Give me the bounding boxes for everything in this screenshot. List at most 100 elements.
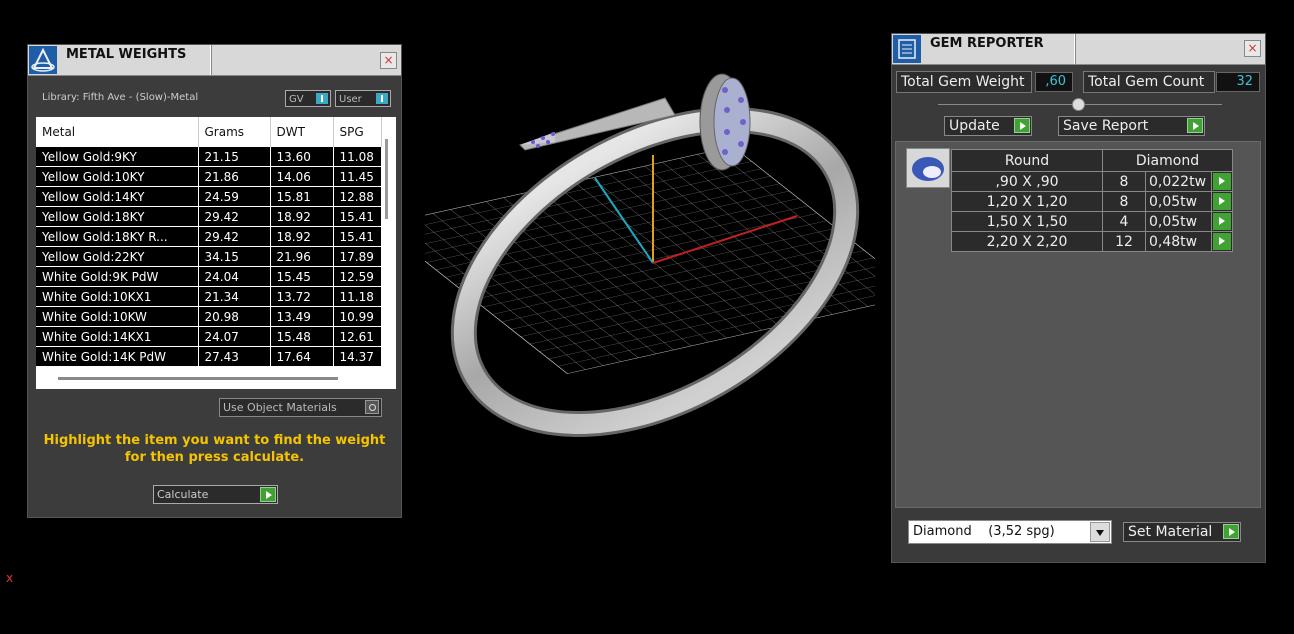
table-cell: 12.59 (333, 266, 382, 287)
table-row[interactable]: Yellow Gold:18KY R... 29.42 18.92 15.41 (36, 226, 382, 247)
total-gem-count-label: Total Gem Count (1083, 71, 1215, 93)
user-toggle[interactable]: User (335, 90, 391, 107)
table-cell: 21.96 (270, 246, 334, 267)
metal-weights-close-icon[interactable]: × (380, 52, 397, 69)
title-tab-divider (1074, 34, 1075, 64)
table-row[interactable]: Yellow Gold:14KY 24.59 15.81 12.88 (36, 186, 382, 207)
table-cell: 18.92 (270, 206, 334, 227)
table-cell: 15.81 (270, 186, 334, 207)
round-gem-icon[interactable] (906, 148, 950, 188)
gem-row-action[interactable] (1211, 191, 1233, 212)
gem-weight-cell: 0,022tw (1145, 171, 1212, 192)
play-arrow-icon (1213, 213, 1231, 230)
gem-reporter-app-icon (893, 35, 921, 63)
table-cell: White Gold:14K PdW (36, 346, 199, 367)
table-cell: 21.34 (198, 286, 271, 307)
save-report-label: Save Report (1063, 118, 1149, 134)
gem-table: Round Diamond ,90 X ,90 8 0,022tw 1,20 X 1,… (951, 149, 1233, 252)
table-cell: 24.04 (198, 266, 271, 287)
gem-reporter-titlebar[interactable]: GEM REPORTER × (892, 34, 1265, 65)
gv-toggle[interactable]: GV (285, 90, 331, 107)
splitter-handle-icon[interactable] (1072, 98, 1085, 111)
vertical-scrollbar[interactable] (385, 139, 388, 219)
play-arrow-icon (1187, 118, 1203, 133)
set-material-button[interactable]: Set Material (1123, 522, 1241, 542)
table-row[interactable]: White Gold:14KX1 24.07 15.48 12.61 (36, 326, 382, 347)
metal-weights-app-icon (29, 46, 57, 74)
gem-reporter-panel: GEM REPORTER × Total Gem Weight ,60 Tota… (891, 33, 1266, 563)
table-cell: 13.49 (270, 306, 334, 327)
use-object-materials-toggle[interactable]: Use Object Materials (219, 398, 382, 417)
gem-material-header: Diamond (1102, 149, 1233, 172)
use-object-materials-label: Use Object Materials (223, 401, 337, 414)
3d-viewport[interactable] (378, 60, 922, 444)
gem-row[interactable]: 2,20 X 2,20 12 0,48tw (951, 231, 1233, 252)
metal-weights-panel: METAL WEIGHTS × Library: Fifth Ave - (Sl… (27, 44, 402, 518)
horizontal-scrollbar[interactable] (58, 377, 338, 380)
table-cell: White Gold:10KW (36, 306, 199, 327)
gem-size-cell: 2,20 X 2,20 (951, 231, 1103, 252)
table-cell: White Gold:10KX1 (36, 286, 199, 307)
total-gem-weight-label: Total Gem Weight (896, 71, 1032, 93)
table-row[interactable]: Yellow Gold:22KY 34.15 21.96 17.89 (36, 246, 382, 267)
gem-count-cell: 12 (1102, 231, 1146, 252)
table-cell: 15.48 (270, 326, 334, 347)
play-arrow-icon (1213, 173, 1231, 190)
play-arrow-icon (1014, 118, 1030, 133)
save-report-button[interactable]: Save Report (1058, 116, 1205, 136)
gem-size-cell: ,90 X ,90 (951, 171, 1103, 192)
table-row[interactable]: White Gold:9K PdW 24.04 15.45 12.59 (36, 266, 382, 287)
table-row[interactable]: Yellow Gold:9KY 21.15 13.60 11.08 (36, 147, 382, 167)
metal-weights-titlebar[interactable]: METAL WEIGHTS × (28, 45, 401, 76)
table-row[interactable]: Yellow Gold:10KY 21.86 14.06 11.45 (36, 166, 382, 187)
gem-row-action[interactable] (1211, 171, 1233, 192)
update-button[interactable]: Update (944, 116, 1032, 136)
table-cell: 10.99 (333, 306, 382, 327)
gv-toggle-indicator-icon (316, 93, 328, 104)
gem-reporter-close-icon[interactable]: × (1244, 40, 1261, 57)
table-cell: Yellow Gold:10KY (36, 166, 199, 187)
gem-row[interactable]: ,90 X ,90 8 0,022tw (951, 171, 1233, 192)
table-row[interactable]: White Gold:10KX1 21.34 13.72 11.18 (36, 286, 382, 307)
update-label: Update (949, 118, 1000, 134)
table-cell: Yellow Gold:14KY (36, 186, 199, 207)
table-row[interactable]: Yellow Gold:18KY 29.42 18.92 15.41 (36, 206, 382, 227)
table-cell: 12.61 (333, 326, 382, 347)
metal-column-header[interactable]: DWT (270, 117, 334, 147)
table-cell: 14.37 (333, 346, 382, 367)
table-cell: 18.92 (270, 226, 334, 247)
calculate-label: Calculate (157, 488, 209, 501)
play-arrow-icon (260, 487, 276, 502)
gem-size-cell: 1,20 X 1,20 (951, 191, 1103, 212)
table-row[interactable]: White Gold:10KW 20.98 13.49 10.99 (36, 306, 382, 327)
calculate-button[interactable]: Calculate (153, 485, 278, 504)
radio-icon (365, 400, 379, 414)
table-row[interactable]: White Gold:14K PdW 27.43 17.64 14.37 (36, 346, 382, 367)
chevron-down-icon (1090, 522, 1110, 542)
gem-row-action[interactable] (1211, 231, 1233, 252)
library-label: Library: Fifth Ave - (Slow)-Metal (42, 92, 199, 103)
table-cell: 17.64 (270, 346, 334, 367)
metal-column-header[interactable]: Grams (198, 117, 271, 147)
table-cell: 21.15 (198, 147, 271, 167)
gem-list-area: Round Diamond ,90 X ,90 8 0,022tw 1,20 X 1,… (895, 141, 1261, 508)
table-cell: Yellow Gold:18KY R... (36, 226, 199, 247)
metal-table[interactable]: Metal Grams DWT SPG Yellow Gold:9KY 21.15 13.… (36, 117, 396, 389)
gem-row[interactable]: 1,50 X 1,50 4 0,05tw (951, 211, 1233, 232)
instruction-line-1: Highlight the item you want to find the … (43, 433, 386, 448)
table-cell: 24.59 (198, 186, 271, 207)
gem-weight-cell: 0,05tw (1145, 211, 1212, 232)
gem-count-cell: 8 (1102, 191, 1146, 212)
table-cell: Yellow Gold:22KY (36, 246, 199, 267)
play-arrow-icon (1213, 193, 1231, 210)
table-cell: 13.60 (270, 147, 334, 167)
gem-weight-cell: 0,05tw (1145, 191, 1212, 212)
gem-shape-header: Round (951, 149, 1103, 172)
table-cell: 34.15 (198, 246, 271, 267)
metal-column-header[interactable]: SPG (333, 117, 382, 147)
metal-column-header[interactable]: Metal (36, 117, 199, 147)
gem-count-cell: 4 (1102, 211, 1146, 232)
gem-row-action[interactable] (1211, 211, 1233, 232)
gem-row[interactable]: 1,20 X 1,20 8 0,05tw (951, 191, 1233, 212)
material-select[interactable]: Diamond (3,52 spg) (908, 520, 1112, 544)
